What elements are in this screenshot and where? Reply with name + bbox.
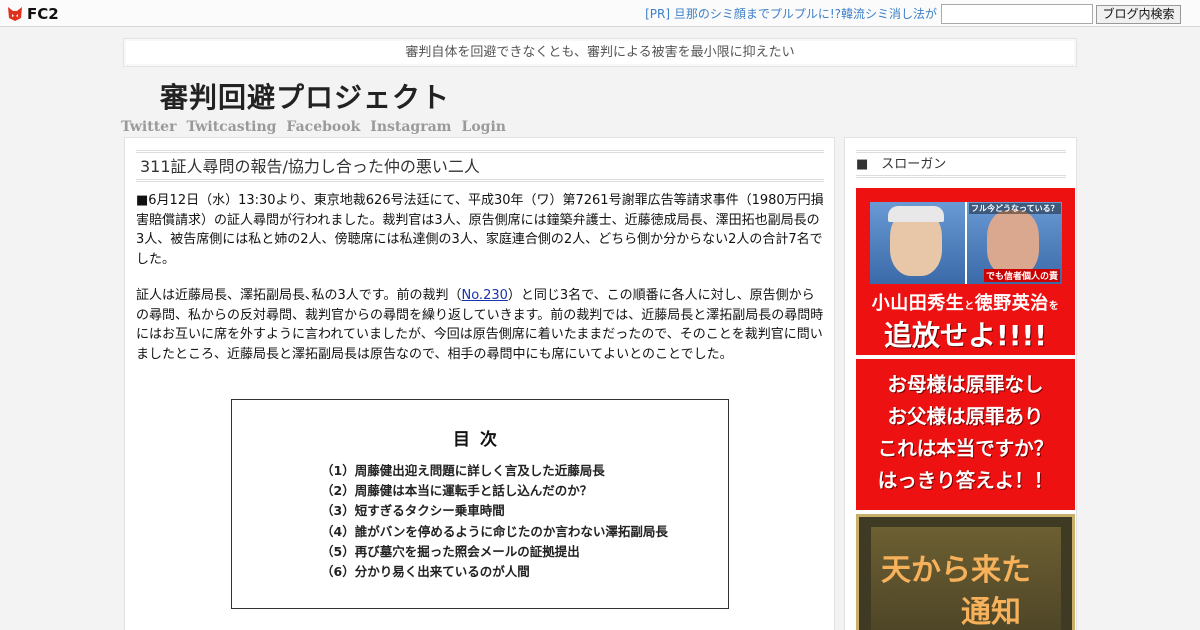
toc-item: （1）周藤健出迎え問題に詳しく言及した近藤局長 bbox=[321, 463, 605, 478]
social-nav: Twitter Twitcasting Facebook Instagram L… bbox=[121, 119, 506, 135]
fc2-logo[interactable]: FC2 bbox=[6, 4, 59, 23]
blog-search-input[interactable] bbox=[941, 4, 1093, 24]
blog-tagline: 審判自体を回避できなくとも、審判による被害を最小限に抑えたい bbox=[123, 38, 1077, 67]
book-cover: 天から来た 通知 bbox=[871, 527, 1061, 630]
portrait-photo bbox=[870, 202, 965, 284]
photo-caption: フル今どうなっている？ bbox=[969, 203, 1061, 214]
nav-twitter-link[interactable]: Twitter bbox=[121, 119, 176, 135]
article-title[interactable]: 311証人尋問の報告/協力し合った仲の悪い二人 bbox=[136, 150, 824, 182]
nav-instagram-link[interactable]: Instagram bbox=[370, 119, 451, 135]
slogan-banner-exile[interactable]: フル今どうなっている？ でも信者個人の責 小山田秀生と徳野英治を 追放せよ!!!… bbox=[856, 188, 1075, 355]
portrait-cap bbox=[888, 206, 944, 222]
banner-line: これは本当ですか？ bbox=[877, 437, 1054, 460]
banner-name: 小山田秀生 bbox=[871, 293, 965, 314]
article-paragraph-2: 証人は近藤局長、澤拓副局長､私の3人です。前の裁判（No.230）と同じ3名で、… bbox=[136, 286, 824, 364]
blog-search-button[interactable]: ブログ内検索 bbox=[1096, 5, 1181, 24]
banner-line: はっきり答えよ！！ bbox=[877, 469, 1054, 492]
pr-ad-link[interactable]: [PR] 旦那のシミ顔までプルプルに!?韓流シミ消し法が bbox=[645, 5, 937, 22]
toc-item: （3）短すぎるタクシー乗車時間 bbox=[321, 503, 505, 518]
book-cover-banner[interactable]: 天から来た 通知 bbox=[856, 514, 1075, 630]
site-title[interactable]: 審判回避プロジェクト bbox=[160, 76, 450, 116]
nav-login-link[interactable]: Login bbox=[461, 119, 505, 135]
portrait-photo: フル今どうなっている？ でも信者個人の責 bbox=[965, 202, 1062, 284]
sidebar-heading-slogan: ■ スローガン bbox=[856, 150, 1066, 178]
toc-title: 目次 bbox=[453, 430, 507, 450]
banner-particle: を bbox=[1048, 301, 1060, 312]
table-of-contents-image: 目次 （1）周藤健出迎え問題に詳しく言及した近藤局長 （2）周藤健は本当に運転手… bbox=[231, 399, 729, 609]
toc-item: （5）再び墓穴を掘った照会メールの証拠提出 bbox=[321, 544, 580, 559]
nav-facebook-link[interactable]: Facebook bbox=[286, 119, 360, 135]
banner-photos: フル今どうなっている？ でも信者個人の責 bbox=[870, 202, 1062, 284]
toc-item: （2）周藤健は本当に運転手と話し込んだのか？ bbox=[321, 483, 593, 498]
banner-joiner: と bbox=[964, 301, 975, 312]
banner-line: お父様は原罪あり bbox=[887, 405, 1044, 428]
banner-slogan: 追放せよ!!!! bbox=[883, 319, 1048, 352]
slogan-banner-original-sin[interactable]: お母様は原罪なし お父様は原罪あり これは本当ですか？ はっきり答えよ！！ bbox=[856, 359, 1075, 510]
photo-caption: でも信者個人の責 bbox=[983, 269, 1060, 282]
book-title-line: 天から来た bbox=[881, 553, 1031, 588]
no230-link[interactable]: No.230 bbox=[461, 288, 507, 303]
banner-name: 徳野英治 bbox=[974, 293, 1049, 314]
book-title-line: 通知 bbox=[961, 595, 1021, 630]
nav-twitcasting-link[interactable]: Twitcasting bbox=[186, 119, 276, 135]
article-paragraph-1: ■6月12日（水）13:30より、東京地裁626号法廷にて、平成30年（ワ）第7… bbox=[136, 193, 824, 267]
fc2-toolbar: FC2 [PR] 旦那のシミ顔までプルプルに!?韓流シミ消し法が ブログ内検索 bbox=[0, 0, 1200, 27]
paragraph-text: 証人は近藤局長、澤拓副局長､私の3人です。前の裁判（ bbox=[136, 288, 462, 303]
toc-item: （6）分かり易く出来ているのが人間 bbox=[321, 564, 530, 579]
toc-item: （4）誰がバンを停めるように命じたのか言わない澤拓副局長 bbox=[321, 524, 668, 539]
banner-names: 小山田秀生と徳野英治を bbox=[856, 289, 1075, 315]
article-panel: 311証人尋問の報告/協力し合った仲の悪い二人 ■6月12日（水）13:30より… bbox=[124, 137, 835, 630]
banner-line: お母様は原罪なし bbox=[887, 373, 1044, 396]
fc2-logo-text: FC2 bbox=[27, 4, 59, 23]
portrait-face bbox=[987, 210, 1039, 276]
sidebar: ■ スローガン フル今どうなっている？ でも信者個人の責 小山田秀生と徳野英治を… bbox=[844, 137, 1077, 630]
fc2-fox-icon bbox=[8, 7, 22, 21]
